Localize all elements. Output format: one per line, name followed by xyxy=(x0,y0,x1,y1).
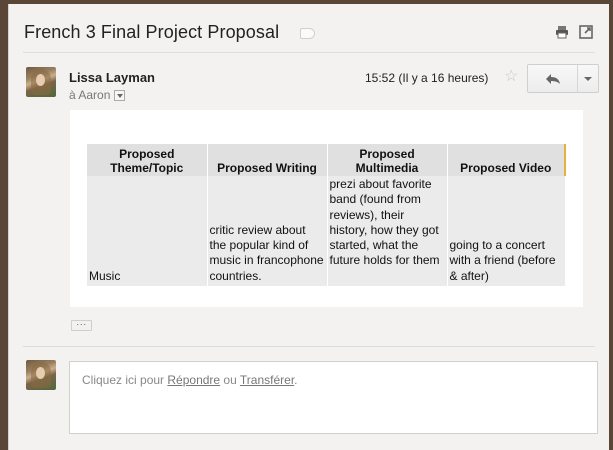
new-window-icon[interactable] xyxy=(579,25,593,39)
recipient-details-dropdown-icon[interactable] xyxy=(114,89,126,101)
column-header: Proposed Multimedia xyxy=(327,144,448,176)
chevron-down-icon xyxy=(584,76,592,81)
quick-reply-box[interactable]: Cliquez ici pour Répondre ou Transférer. xyxy=(69,361,598,434)
reply-divider xyxy=(23,346,595,347)
forward-link[interactable]: Transférer xyxy=(240,373,294,387)
proposal-table: Proposed Theme/Topic Proposed Writing Pr… xyxy=(87,144,566,286)
reply-prompt-prefix: Cliquez ici pour xyxy=(82,373,168,387)
header-divider xyxy=(23,52,595,53)
reply-button[interactable] xyxy=(528,65,578,92)
column-header: Proposed Video xyxy=(447,144,566,176)
star-icon[interactable]: ☆ xyxy=(504,66,518,86)
multimedia-cell: prezi about favorite band (found from re… xyxy=(327,176,448,286)
table-header-row: Proposed Theme/Topic Proposed Writing Pr… xyxy=(87,144,566,176)
reply-prompt-suffix: . xyxy=(294,373,298,387)
reply-icon xyxy=(545,73,560,84)
user-avatar xyxy=(26,360,56,390)
email-subject: French 3 Final Project Proposal xyxy=(24,22,280,42)
topic-cell: Music xyxy=(87,176,208,286)
column-header: Proposed Writing xyxy=(207,144,328,176)
thread-actions xyxy=(555,25,593,39)
more-actions-button[interactable] xyxy=(578,65,598,92)
reply-link[interactable]: Répondre xyxy=(167,373,220,387)
reply-button-group xyxy=(527,64,599,93)
recipient-text: à Aaron xyxy=(69,88,111,102)
sender-avatar[interactable] xyxy=(26,67,56,97)
reply-prompt-middle: ou xyxy=(220,373,240,387)
recipient-line: à Aaron xyxy=(69,88,126,102)
sender-name[interactable]: Lissa Layman xyxy=(69,70,155,85)
conversation-panel: French 3 Final Project Proposal Lissa La… xyxy=(8,4,609,450)
writing-cell: critic review about the popular kind of … xyxy=(207,176,328,286)
column-header: Proposed Theme/Topic xyxy=(87,144,208,176)
print-icon[interactable] xyxy=(555,25,569,39)
show-trimmed-content-button[interactable]: ··· xyxy=(71,320,92,331)
table-row: Music critic review about the popular ki… xyxy=(87,176,566,286)
video-cell: going to a concert with a friend (before… xyxy=(447,176,566,286)
message-timestamp: 15:52 (Il y a 16 heures) xyxy=(365,71,489,85)
label-tag-icon[interactable] xyxy=(300,28,315,39)
